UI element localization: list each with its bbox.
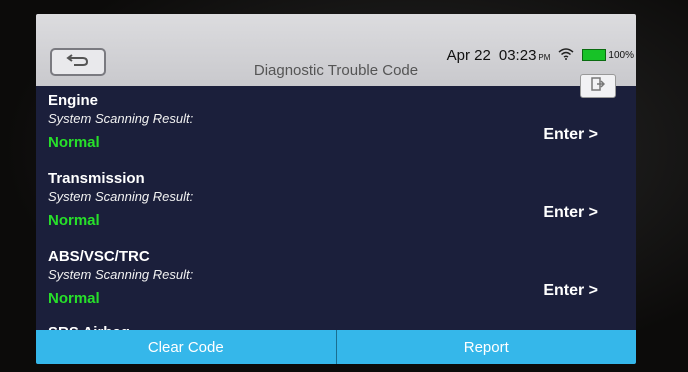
scan-result-value: Normal [48,290,100,307]
scan-result-value: Normal [48,212,100,229]
device-screen: Apr 22 03:23 PM 100% Diagnostic Trouble C… [36,14,636,364]
battery-icon [582,49,607,61]
report-button[interactable]: Report [336,330,636,364]
scan-result-label: System Scanning Result: [48,267,194,282]
battery-indicator: 100% [582,49,634,61]
system-item-engine: Engine System Scanning Result: Normal En… [36,88,636,166]
action-bar: Clear Code Report [36,330,636,364]
status-time: 03:23 [498,46,537,64]
system-name: Transmission [48,170,145,187]
enter-button[interactable]: Enter > [543,282,598,300]
battery-percent: 100% [608,49,634,61]
clear-code-button[interactable]: Clear Code [36,330,336,364]
status-ampm: PM [538,52,551,62]
system-item-transmission: Transmission System Scanning Result: Nor… [36,166,636,244]
page-title: Diagnostic Trouble Code [253,62,419,79]
enter-button[interactable]: Enter > [543,126,598,144]
system-name: Engine [48,92,99,109]
status-time-wrap: 03:23 PM [499,47,551,64]
wifi-icon [558,47,574,64]
enter-button[interactable]: Enter > [543,204,598,222]
scan-result-label: System Scanning Result: [48,189,194,204]
system-item-abs: ABS/VSC/TRC System Scanning Result: Norm… [36,244,636,322]
scan-result-label: System Scanning Result: [48,111,194,126]
system-name: ABS/VSC/TRC [48,248,150,265]
system-list: Engine System Scanning Result: Normal En… [36,88,636,322]
app-header: Apr 22 03:23 PM 100% Diagnostic Trouble C… [36,14,636,98]
status-date: Apr 22 [446,46,491,64]
scan-result-value: Normal [48,134,100,151]
